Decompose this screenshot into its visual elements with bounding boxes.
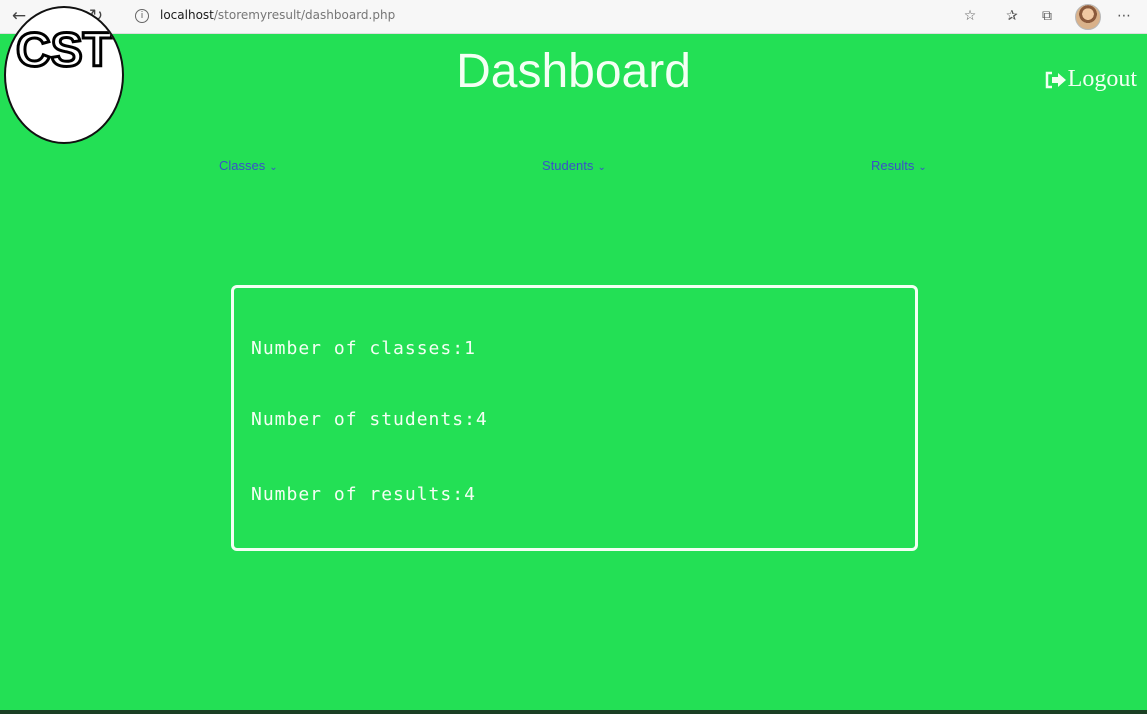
stat-students: Number of students:4 [251, 409, 488, 430]
address-bar[interactable]: localhost/storemyresult/dashboard.php [160, 8, 395, 22]
nav-students-label: Students [542, 158, 594, 173]
stat-results: Number of results:4 [251, 484, 476, 505]
url-host: localhost [160, 8, 214, 22]
collections-icon[interactable]: ⧉ [1036, 5, 1058, 27]
add-favorite-icon[interactable]: ☆ [959, 5, 981, 27]
url-path: /storemyresult/dashboard.php [213, 8, 396, 22]
favorites-icon[interactable]: ✰ [1001, 5, 1023, 27]
site-info-icon[interactable]: i [135, 9, 149, 23]
browser-toolbar: ← → ↻ i localhost/storemyresult/dashboar… [0, 0, 1147, 34]
more-menu-icon[interactable]: ⋯ [1113, 5, 1135, 27]
profile-avatar[interactable] [1075, 4, 1101, 30]
taskbar-edge [0, 710, 1147, 714]
nav-classes-dropdown[interactable]: Classes ⌄ [219, 158, 278, 173]
page-title: Dashboard [456, 45, 691, 98]
chevron-down-icon: ⌄ [597, 162, 606, 173]
logout-label: Logout [1067, 66, 1137, 92]
stats-card: Number of classes:1 Number of students:4… [231, 285, 918, 551]
nav-results-dropdown[interactable]: Results ⌄ [871, 158, 927, 173]
nav-students-dropdown[interactable]: Students ⌄ [542, 158, 606, 173]
nav-classes-label: Classes [219, 158, 266, 173]
chevron-down-icon: ⌄ [269, 162, 278, 173]
stat-classes: Number of classes:1 [251, 338, 476, 359]
chevron-down-icon: ⌄ [918, 162, 927, 173]
logout-button[interactable]: Logout [1045, 66, 1137, 93]
sign-out-icon [1045, 71, 1067, 89]
nav-results-label: Results [871, 158, 915, 173]
